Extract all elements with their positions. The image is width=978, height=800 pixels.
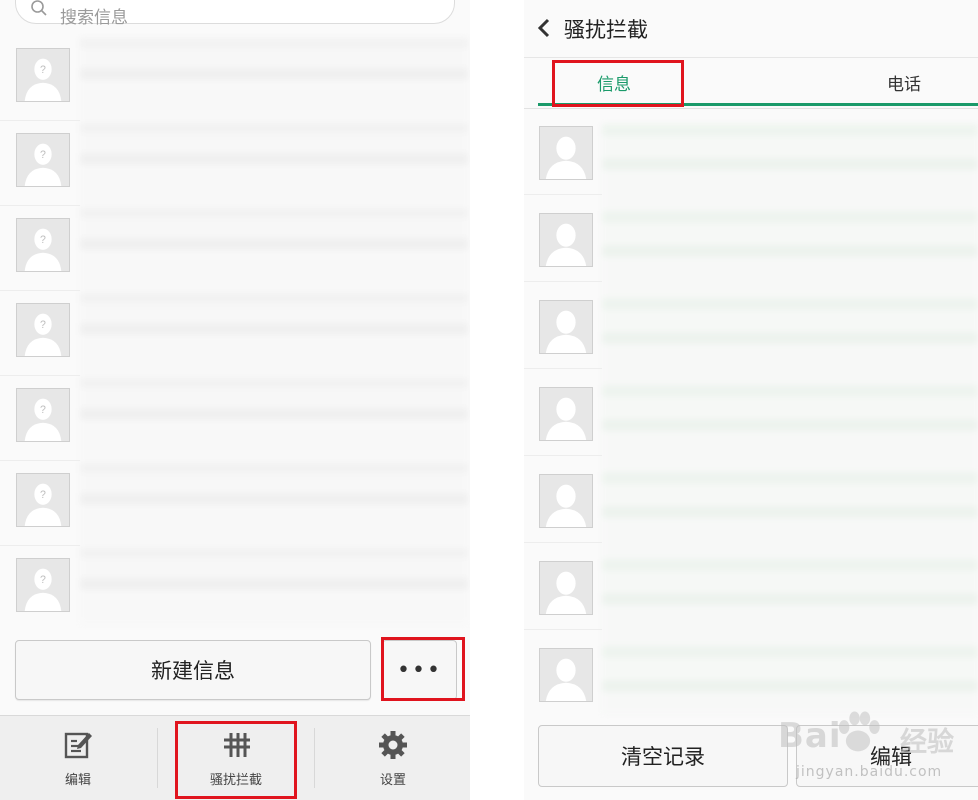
message-list-screen: 搜索信息 ? ? ? ? ? ? ? 新建信息 ••• 编辑 骚扰拦截 设置 bbox=[0, 0, 470, 800]
row-divider bbox=[0, 375, 80, 376]
tab-messages[interactable]: 信息 bbox=[554, 58, 674, 106]
new-message-button[interactable]: 新建信息 bbox=[15, 640, 371, 700]
gear-icon bbox=[379, 731, 407, 759]
row-divider bbox=[0, 290, 80, 291]
clear-records-button[interactable]: 清空记录 bbox=[538, 725, 788, 787]
blurred-message-content bbox=[80, 38, 468, 624]
avatar[interactable]: ? bbox=[16, 133, 70, 187]
row-divider bbox=[0, 545, 80, 546]
avatar[interactable]: ? bbox=[16, 558, 70, 612]
svg-text:?: ? bbox=[40, 234, 46, 246]
nav-settings-label: 设置 bbox=[379, 773, 406, 788]
back-icon[interactable] bbox=[536, 17, 552, 39]
harassment-block-screen: 骚扰拦截 信息 电话 清空记录 编辑 Bai 经验 jingyan.baidu.… bbox=[524, 0, 978, 800]
hash-icon bbox=[224, 733, 250, 757]
avatar[interactable] bbox=[539, 126, 593, 180]
nav-settings[interactable]: 设置 bbox=[315, 716, 470, 800]
active-tab-indicator bbox=[538, 103, 978, 106]
svg-text:?: ? bbox=[40, 64, 46, 76]
avatar[interactable]: ? bbox=[16, 303, 70, 357]
avatar[interactable] bbox=[539, 648, 593, 702]
nav-edit[interactable]: 编辑 bbox=[0, 716, 156, 800]
row-divider bbox=[0, 205, 80, 206]
avatar[interactable] bbox=[539, 561, 593, 615]
row-divider bbox=[524, 368, 602, 369]
row-divider bbox=[524, 629, 602, 630]
nav-harassment-block[interactable]: 骚扰拦截 bbox=[158, 716, 314, 800]
tab-bar: 信息 电话 bbox=[524, 58, 978, 109]
row-divider bbox=[524, 542, 602, 543]
compose-icon bbox=[64, 732, 92, 759]
row-divider bbox=[524, 194, 602, 195]
nav-harassment-label: 骚扰拦截 bbox=[209, 773, 262, 788]
search-input[interactable]: 搜索信息 bbox=[15, 0, 455, 28]
avatar[interactable] bbox=[539, 300, 593, 354]
edit-button[interactable]: 编辑 bbox=[796, 725, 978, 787]
avatar[interactable]: ? bbox=[16, 473, 70, 527]
header: 骚扰拦截 bbox=[524, 0, 978, 58]
row-divider bbox=[0, 120, 80, 121]
avatar[interactable]: ? bbox=[16, 218, 70, 272]
row-divider bbox=[0, 460, 80, 461]
svg-text:?: ? bbox=[40, 404, 46, 416]
search-placeholder: 搜索信息 bbox=[60, 8, 128, 28]
nav-edit-label: 编辑 bbox=[64, 773, 91, 788]
avatar[interactable] bbox=[539, 474, 593, 528]
row-divider bbox=[524, 281, 602, 282]
more-options-button[interactable]: ••• bbox=[382, 640, 457, 700]
avatar[interactable]: ? bbox=[16, 388, 70, 442]
row-divider bbox=[524, 455, 602, 456]
svg-text:?: ? bbox=[40, 319, 46, 331]
svg-text:?: ? bbox=[40, 574, 46, 586]
page-title: 骚扰拦截 bbox=[564, 18, 648, 42]
avatar[interactable] bbox=[539, 213, 593, 267]
avatar[interactable]: ? bbox=[16, 48, 70, 102]
svg-text:?: ? bbox=[40, 149, 46, 161]
search-icon bbox=[31, 0, 47, 16]
bottom-nav: 编辑 骚扰拦截 设置 bbox=[0, 715, 470, 800]
avatar[interactable] bbox=[539, 387, 593, 441]
tab-calls[interactable]: 电话 bbox=[844, 58, 964, 106]
blurred-message-content bbox=[602, 124, 978, 714]
svg-text:?: ? bbox=[40, 489, 46, 501]
